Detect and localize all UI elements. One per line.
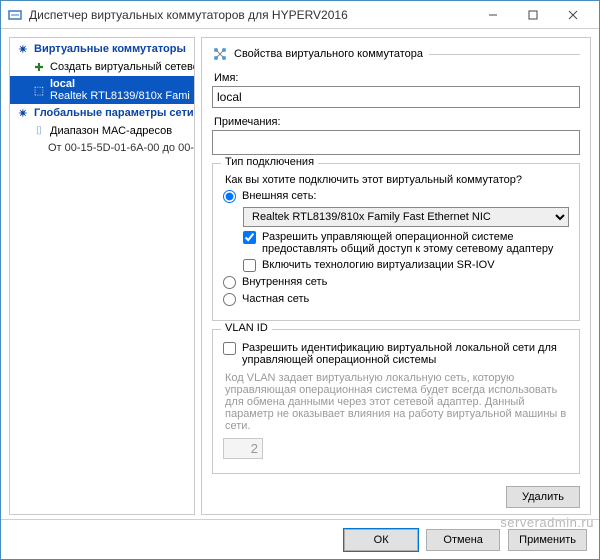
radio-label: Внешняя сеть: <box>242 190 316 202</box>
sriov-checkbox[interactable] <box>243 259 256 272</box>
minimize-button[interactable] <box>473 3 513 27</box>
radio-private-row[interactable]: Частная сеть <box>223 293 569 306</box>
tree-sublabel: Realtek RTL8139/810x Family... <box>50 90 190 102</box>
notes-input[interactable] <box>212 130 580 155</box>
globe-icon: ✴ <box>16 106 30 120</box>
properties-panel: Свойства виртуального коммутатора Имя: П… <box>201 37 591 515</box>
adapter-select[interactable]: Realtek RTL8139/810x Family Fast Etherne… <box>243 207 569 227</box>
vlan-help-text: Код VLAN задает виртуальную локальную се… <box>225 372 569 432</box>
vlan-enable-row[interactable]: Разрешить идентификацию виртуальной лока… <box>223 342 569 366</box>
tree-label: Диапазон МАС-адресов <box>50 125 172 137</box>
app-icon <box>7 7 23 23</box>
panel-title: Свойства виртуального коммутатора <box>234 48 423 60</box>
dialog-footer: ОК Отмена Применить <box>1 519 599 559</box>
switch-icon <box>212 46 228 62</box>
group-title: VLAN ID <box>221 322 272 334</box>
notes-label: Примечания: <box>214 116 580 128</box>
apply-button[interactable]: Применить <box>508 529 587 551</box>
tree-label: От 00-15-5D-01-6A-00 до 00-15-... <box>48 142 194 154</box>
allow-mgmt-checkbox[interactable] <box>243 231 256 244</box>
cancel-button[interactable]: Отмена <box>426 529 500 551</box>
radio-internal-row[interactable]: Внутренняя сеть <box>223 276 569 289</box>
connection-type-group: Тип подключения Как вы хотите подключить… <box>212 163 580 321</box>
tree-mac-range-value: От 00-15-5D-01-6A-00 до 00-15-... <box>10 140 194 156</box>
dialog-window: Диспетчер виртуальных коммутаторов для H… <box>0 0 600 560</box>
radio-label: Частная сеть <box>242 293 309 305</box>
delete-button[interactable]: Удалить <box>506 486 580 508</box>
sriov-row[interactable]: Включить технологию виртуализации SR-IOV <box>243 259 569 272</box>
dialog-body: ✴ Виртуальные коммутаторы ✚ Создать вирт… <box>1 29 599 519</box>
vlan-enable-checkbox[interactable] <box>223 342 236 355</box>
name-input[interactable] <box>212 86 580 108</box>
connection-prompt: Как вы хотите подключить этот виртуальны… <box>225 174 569 186</box>
mac-icon: ⌷ <box>32 124 46 138</box>
tree-create-new[interactable]: ✚ Создать виртуальный сетевой к... <box>10 58 194 76</box>
divider <box>429 54 580 55</box>
checkbox-label: Включить технологию виртуализации SR-IOV <box>262 259 495 271</box>
checkbox-label: Разрешить идентификацию виртуальной лока… <box>242 342 569 366</box>
window-title: Диспетчер виртуальных коммутаторов для H… <box>29 8 473 22</box>
ok-button[interactable]: ОК <box>344 529 418 551</box>
switch-icon: ✴ <box>16 42 30 56</box>
radio-private[interactable] <box>223 293 236 306</box>
switch-tree[interactable]: ✴ Виртуальные коммутаторы ✚ Создать вирт… <box>9 37 195 515</box>
name-label: Имя: <box>214 72 580 84</box>
tree-label: local <box>50 78 190 90</box>
checkbox-label: Разрешить управляющей операционной систе… <box>262 231 569 255</box>
tree-label: Создать виртуальный сетевой к... <box>50 61 194 73</box>
tree-label: Глобальные параметры сети <box>34 107 194 119</box>
tree-item-local[interactable]: ⬚ local Realtek RTL8139/810x Family... <box>10 76 194 104</box>
panel-header: Свойства виртуального коммутатора <box>212 46 580 62</box>
radio-internal[interactable] <box>223 276 236 289</box>
close-button[interactable] <box>553 3 593 27</box>
switch-icon: ⬚ <box>32 83 46 97</box>
maximize-button[interactable] <box>513 3 553 27</box>
vlan-group: VLAN ID Разрешить идентификацию виртуаль… <box>212 329 580 474</box>
radio-external-row[interactable]: Внешняя сеть: <box>223 190 569 203</box>
radio-label: Внутренняя сеть <box>242 276 327 288</box>
titlebar: Диспетчер виртуальных коммутаторов для H… <box>1 1 599 29</box>
radio-external[interactable] <box>223 190 236 203</box>
allow-mgmt-row[interactable]: Разрешить управляющей операционной систе… <box>243 231 569 255</box>
tree-mac-range[interactable]: ⌷ Диапазон МАС-адресов <box>10 122 194 140</box>
tree-label: Виртуальные коммутаторы <box>34 43 186 55</box>
tree-cat-vswitches[interactable]: ✴ Виртуальные коммутаторы <box>10 40 194 58</box>
plus-icon: ✚ <box>32 60 46 74</box>
tree-cat-global[interactable]: ✴ Глобальные параметры сети <box>10 104 194 122</box>
vlan-id-input <box>223 438 263 459</box>
group-title: Тип подключения <box>221 156 318 168</box>
